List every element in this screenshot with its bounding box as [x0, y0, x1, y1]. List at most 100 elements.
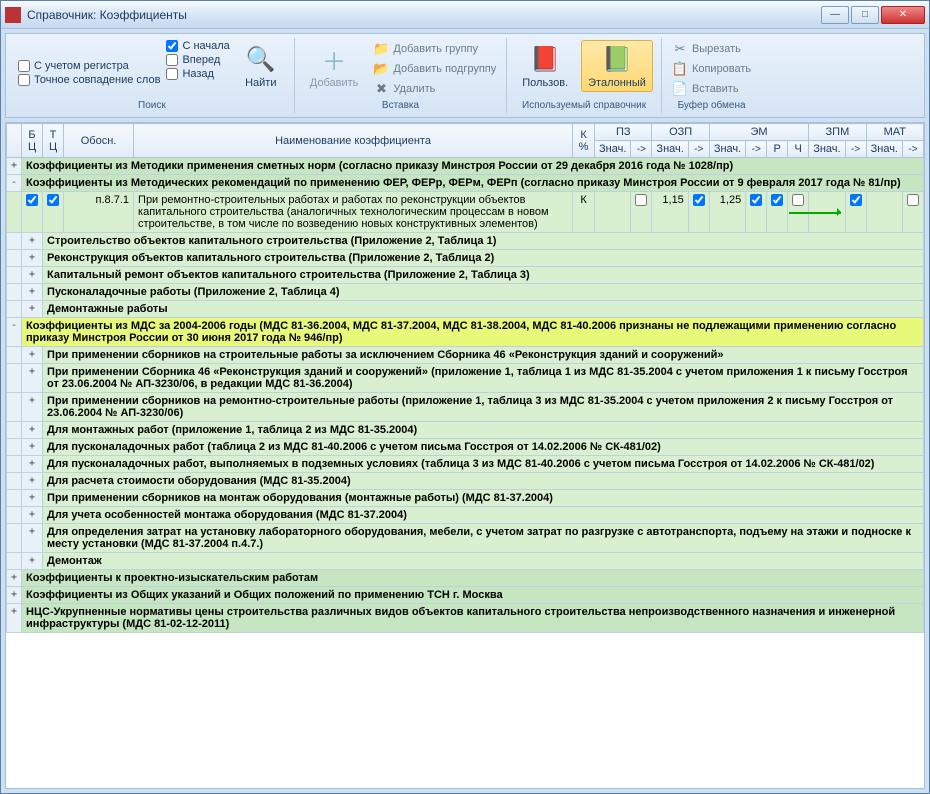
- expander[interactable]: +: [22, 347, 43, 364]
- expander[interactable]: +: [22, 524, 43, 553]
- subgroup-row[interactable]: +При применении сборников на монтаж обор…: [7, 490, 924, 507]
- add-group-button[interactable]: 📁Добавить группу: [371, 40, 498, 58]
- opt-forward[interactable]: Вперед: [166, 54, 229, 66]
- expander[interactable]: +: [22, 364, 43, 393]
- find-button[interactable]: 🔍 Найти: [236, 40, 286, 92]
- reference-book-button[interactable]: 📗 Эталонный: [581, 40, 653, 92]
- paste-button[interactable]: 📄Вставить: [670, 80, 753, 98]
- expander[interactable]: +: [22, 456, 43, 473]
- grid-container[interactable]: Б Ц Т Ц Обосн. Наименование коэффициента…: [5, 122, 925, 789]
- maximize-button[interactable]: □: [851, 6, 879, 24]
- expander[interactable]: +: [22, 473, 43, 490]
- opt-register[interactable]: С учетом регистра: [18, 60, 160, 72]
- expander[interactable]: +: [22, 301, 43, 318]
- ozp-cell: 1,15: [652, 192, 688, 233]
- close-button[interactable]: ✕: [881, 6, 925, 24]
- cut-button[interactable]: ✂Вырезать: [670, 40, 753, 58]
- add-button[interactable]: ＋ Добавить: [303, 40, 366, 92]
- em-cell: 1,25: [709, 192, 745, 233]
- ribbon-group-insert: ＋ Добавить 📁Добавить группу 📂Добавить по…: [295, 38, 507, 113]
- col-ozp[interactable]: ОЗП: [652, 124, 709, 141]
- ribbon: С учетом регистра Точное совпадение слов…: [5, 33, 925, 118]
- expander[interactable]: +: [22, 439, 43, 456]
- zpm-arrow-ind: [809, 192, 845, 233]
- expander[interactable]: +: [22, 553, 43, 570]
- delete-button[interactable]: ✖Удалить: [371, 80, 498, 98]
- name-cell: При ремонтно-строительных работах и рабо…: [134, 192, 573, 233]
- expander[interactable]: +: [7, 570, 22, 587]
- subgroup-row[interactable]: +Капитальный ремонт объектов капитальног…: [7, 267, 924, 284]
- em-arrow[interactable]: [750, 194, 762, 206]
- col-kpct[interactable]: К %: [573, 124, 595, 158]
- em-r[interactable]: [771, 194, 783, 206]
- expander[interactable]: +: [22, 507, 43, 524]
- tc-check[interactable]: [47, 194, 59, 206]
- subgroup-row[interactable]: +Пусконаладочные работы (Приложение 2, Т…: [7, 284, 924, 301]
- subgroup-row[interactable]: +Реконструкция объектов капитального стр…: [7, 250, 924, 267]
- subgroup-row[interactable]: +При применении сборников на ремонтно-ст…: [7, 393, 924, 422]
- user-book-button[interactable]: 📕 Пользов.: [515, 40, 575, 92]
- expander[interactable]: +: [22, 250, 43, 267]
- col-em[interactable]: ЭМ: [709, 124, 808, 141]
- subgroup-row[interactable]: +Демонтаж: [7, 553, 924, 570]
- expander[interactable]: +: [22, 490, 43, 507]
- subgroup-row[interactable]: +При применении сборников на строительны…: [7, 347, 924, 364]
- col-name[interactable]: Наименование коэффициента: [134, 124, 573, 158]
- group-label-book: Используемый справочник: [515, 98, 653, 111]
- group-label-clipboard: Буфер обмена: [670, 98, 753, 111]
- col-mat[interactable]: МАТ: [866, 124, 923, 141]
- subgroup-row[interactable]: +Для пусконаладочных работ, выполняемых …: [7, 456, 924, 473]
- obos-cell: п.8.7.1: [64, 192, 134, 233]
- expander[interactable]: +: [22, 233, 43, 250]
- col-zpm[interactable]: ЗПМ: [809, 124, 866, 141]
- add-subgroup-button[interactable]: 📂Добавить подгруппу: [371, 60, 498, 78]
- opt-back[interactable]: Назад: [166, 68, 229, 80]
- group-row[interactable]: +Коэффициенты к проектно-изыскательским …: [7, 570, 924, 587]
- grid-body: +Коэффициенты из Методики применения сме…: [7, 158, 924, 633]
- copy-button[interactable]: 📋Копировать: [670, 60, 753, 78]
- col-bc[interactable]: Б Ц: [22, 124, 43, 158]
- ribbon-group-search: С учетом регистра Точное совпадение слов…: [10, 38, 295, 113]
- group-row[interactable]: +Коэффициенты из Общих указаний и Общих …: [7, 587, 924, 604]
- group-row[interactable]: -Коэффициенты из Методических рекомендац…: [7, 175, 924, 192]
- pz-arrow[interactable]: [635, 194, 647, 206]
- mat-arrow[interactable]: [907, 194, 919, 206]
- expander[interactable]: +: [22, 267, 43, 284]
- expander[interactable]: +: [7, 587, 22, 604]
- subgroup-row[interactable]: +Для определения затрат на установку лаб…: [7, 524, 924, 553]
- subgroup-row[interactable]: +Демонтажные работы: [7, 301, 924, 318]
- delete-icon: ✖: [373, 81, 389, 97]
- coefficients-grid: Б Ц Т Ц Обосн. Наименование коэффициента…: [6, 123, 924, 633]
- subgroup-row[interactable]: +При применении Сборника 46 «Реконструкц…: [7, 364, 924, 393]
- opt-start[interactable]: С начала: [166, 40, 229, 52]
- expander[interactable]: +: [7, 604, 22, 633]
- group-row[interactable]: +Коэффициенты из Методики применения сме…: [7, 158, 924, 175]
- subgroup-row[interactable]: +Для пусконаладочных работ (таблица 2 из…: [7, 439, 924, 456]
- opt-exact[interactable]: Точное совпадение слов: [18, 74, 160, 86]
- em-ch[interactable]: [792, 194, 804, 206]
- zpm-arrow[interactable]: [850, 194, 862, 206]
- subgroup-row[interactable]: +Для учета особенностей монтажа оборудов…: [7, 507, 924, 524]
- expander[interactable]: -: [7, 175, 22, 192]
- group-row[interactable]: +НЦС-Укрупненные нормативы цены строител…: [7, 604, 924, 633]
- expander[interactable]: +: [22, 284, 43, 301]
- ozp-arrow[interactable]: [693, 194, 705, 206]
- expander[interactable]: +: [22, 393, 43, 422]
- group-row[interactable]: -Коэффициенты из МДС за 2004-2006 годы (…: [7, 318, 924, 347]
- col-pz[interactable]: ПЗ: [595, 124, 652, 141]
- subgroup-row[interactable]: +Для монтажных работ (приложение 1, табл…: [7, 422, 924, 439]
- expander[interactable]: +: [22, 422, 43, 439]
- bc-check[interactable]: [26, 194, 38, 206]
- app-window: Справочник: Коэффициенты — □ ✕ С учетом …: [0, 0, 930, 794]
- paste-icon: 📄: [672, 81, 688, 97]
- data-row[interactable]: п.8.7.1При ремонтно-строительных работах…: [7, 192, 924, 233]
- minimize-button[interactable]: —: [821, 6, 849, 24]
- subgroup-row[interactable]: +Для расчета стоимости оборудования (МДС…: [7, 473, 924, 490]
- expander[interactable]: +: [7, 158, 22, 175]
- ribbon-group-book: 📕 Пользов. 📗 Эталонный Используемый спра…: [507, 38, 662, 113]
- subgroup-row[interactable]: +Строительство объектов капитального стр…: [7, 233, 924, 250]
- col-obos[interactable]: Обосн.: [64, 124, 134, 158]
- scissors-icon: ✂: [672, 41, 688, 57]
- expander[interactable]: -: [7, 318, 22, 347]
- col-tc[interactable]: Т Ц: [43, 124, 64, 158]
